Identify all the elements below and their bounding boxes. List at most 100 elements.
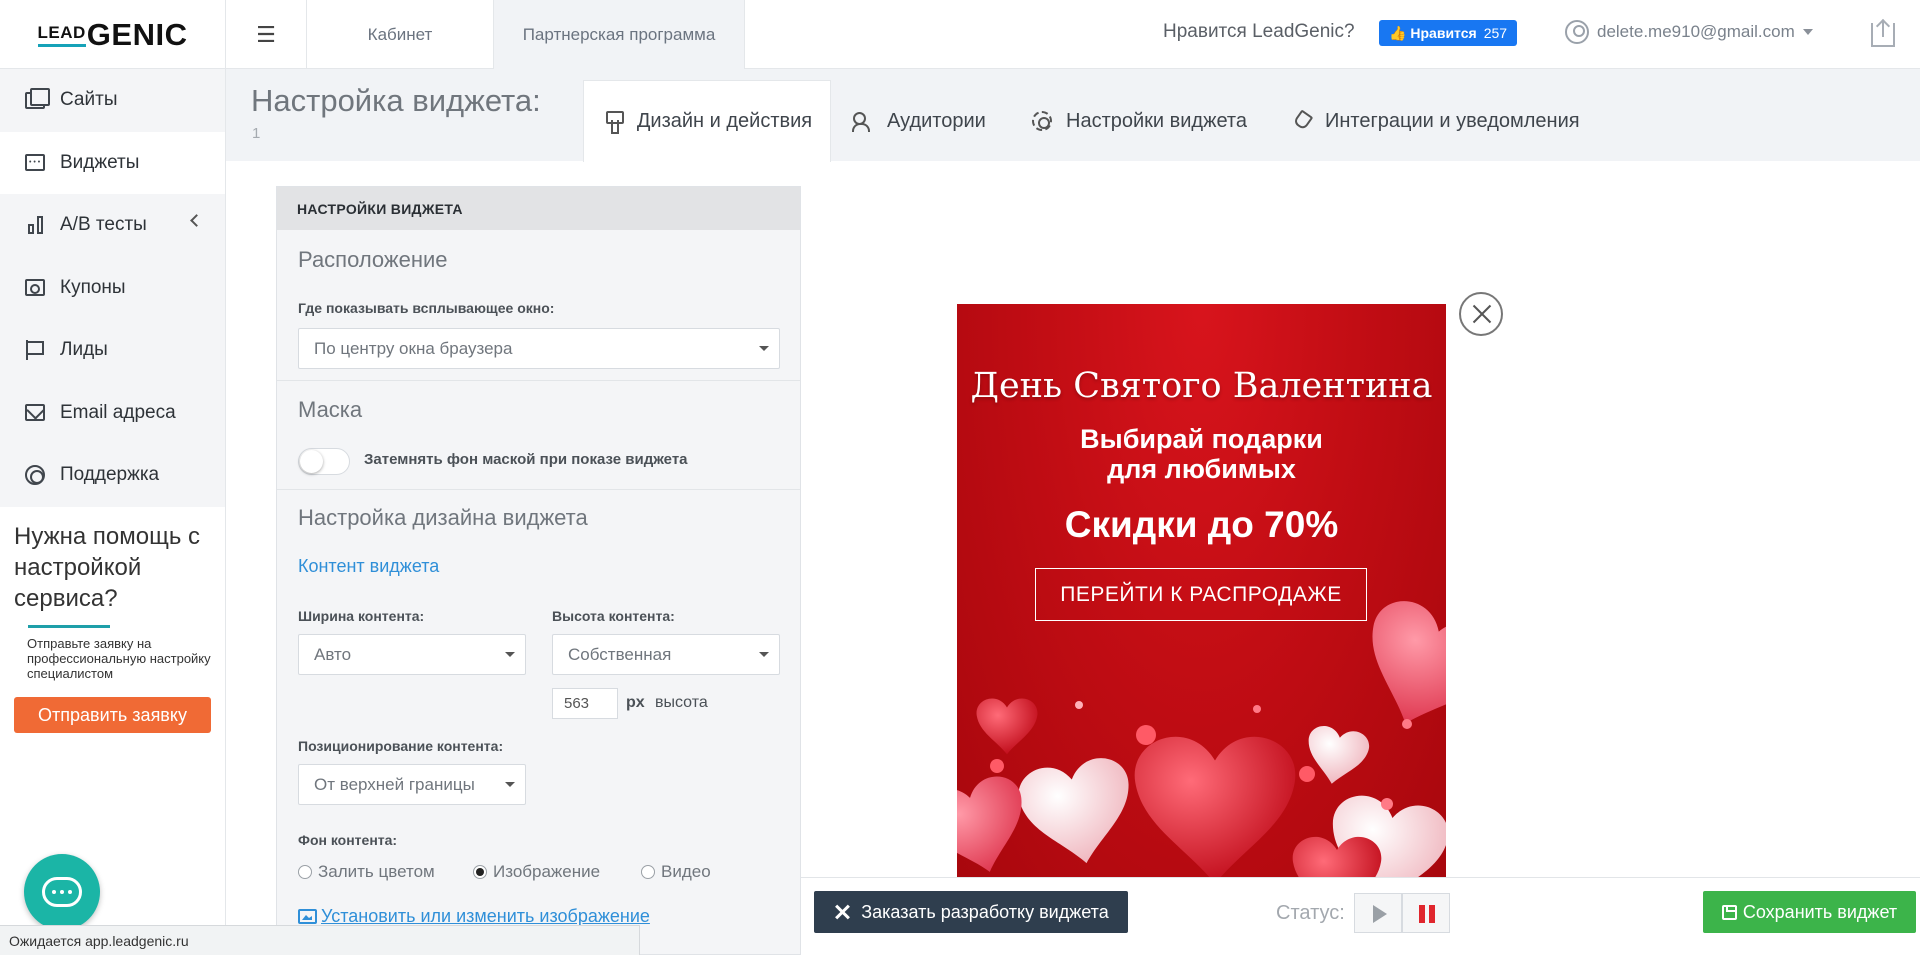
upload-icon[interactable] (1871, 21, 1895, 47)
fb-like-count: 257 (1483, 25, 1508, 41)
location-section-title: Расположение (298, 247, 448, 272)
height-px-input[interactable]: 563 (552, 688, 618, 719)
bg-radio-image[interactable]: Изображение (473, 862, 600, 882)
tab-partner-program[interactable]: Партнерская программа (494, 0, 745, 69)
tab-label: Дизайн и действия (636, 110, 813, 132)
logo-mark: LEAD GENIC (37, 16, 188, 52)
send-request-button[interactable]: Отправить заявку (14, 697, 211, 733)
location-label: Где показывать всплывающее окно: (298, 300, 555, 316)
tab-cabinet[interactable]: Кабинет (307, 0, 494, 69)
order-widget-label: Заказать разработку виджета (861, 901, 1109, 922)
height-select[interactable]: Собственная (552, 634, 780, 675)
tab-design-actions[interactable]: Дизайн и действия (583, 80, 831, 162)
preview-title: День Святого Валентина (970, 366, 1433, 406)
position-label: Позиционирование контента: (298, 738, 504, 754)
location-select[interactable]: По центру окна браузера (298, 328, 780, 369)
sidebar-item-label: Виджеты (60, 151, 140, 173)
logo-genic-text: GENIC (86, 16, 188, 52)
widget-preview[interactable]: День Святого Валентина Выбирай подарки д… (957, 304, 1446, 877)
tools-icon (833, 903, 851, 921)
height-label: Высота контента: (552, 608, 675, 624)
tab-label: Интеграции и уведомления (1325, 109, 1580, 132)
bg-radio-color[interactable]: Залить цветом (298, 862, 435, 882)
sidebar-item-widgets[interactable]: Виджеты (0, 131, 225, 194)
order-widget-button[interactable]: Заказать разработку виджета (814, 891, 1128, 933)
mask-section-title: Маска (298, 397, 363, 422)
tab-integrations[interactable]: Интеграции и уведомления (1290, 81, 1580, 161)
set-image-link[interactable]: Установить или изменить изображение (298, 906, 650, 927)
user-email: delete.me910@gmail.com (1597, 22, 1795, 41)
sidebar-item-ab-tests[interactable]: A/B тесты (0, 194, 225, 257)
logo[interactable]: LEAD GENIC (0, 0, 226, 69)
chevron-left-icon (190, 214, 203, 227)
set-image-link-text: Установить или изменить изображение (321, 906, 650, 926)
help-description: Отправьте заявку на профессиональную нас… (27, 636, 211, 681)
design-section-title: Настройка дизайна виджета (298, 505, 588, 530)
hamburger-menu-icon[interactable]: ☰ (226, 0, 307, 69)
fb-like-label: Нравится (1410, 25, 1477, 41)
save-icon (1721, 904, 1737, 920)
top-header: LEAD GENIC ☰ Кабинет Партнерская програм… (0, 0, 1920, 69)
bottom-toolbar: Заказать разработку виджета Статус: Сохр… (801, 877, 1920, 955)
sidebar-item-support[interactable]: Поддержка (0, 444, 225, 507)
preview-subtitle: Выбирай подарки для любимых (957, 424, 1446, 484)
sidebar-item-label: Поддержка (60, 464, 160, 486)
plug-icon (1291, 110, 1311, 132)
envelope-icon (25, 404, 45, 422)
page-title: Настройка виджета: (251, 83, 541, 118)
width-label: Ширина контента: (298, 608, 425, 624)
widget-content-link[interactable]: Контент виджета (298, 556, 439, 577)
sidebar-item-emails[interactable]: Email адреса (0, 381, 225, 444)
tab-audiences[interactable]: Аудитории (852, 81, 986, 161)
sidebar-item-sites[interactable]: Сайты (0, 69, 225, 132)
coupons-icon (25, 279, 45, 297)
divider (277, 489, 800, 490)
preview-sale-button[interactable]: ПЕРЕЙТИ К РАСПРОДАЖЕ (1035, 568, 1367, 621)
audience-icon (852, 111, 874, 132)
tab-label: Настройки виджета (1066, 109, 1247, 132)
status-label: Статус: (1276, 902, 1345, 924)
sidebar-item-label: A/B тесты (60, 214, 147, 236)
flag-icon (26, 340, 44, 361)
radio-dot (298, 865, 312, 879)
bg-radio-video[interactable]: Видео (641, 862, 711, 882)
user-icon (1565, 20, 1589, 44)
panel-header: НАСТРОЙКИ ВИДЖЕТА (277, 187, 800, 230)
lifebuoy-icon (25, 465, 45, 486)
help-box: Нужна помощь с настройкой сервиса? Отпра… (14, 521, 214, 733)
widgets-icon (25, 154, 45, 172)
save-widget-button[interactable]: Сохранить виджет (1703, 891, 1916, 933)
thumbs-up-icon: 👍 (1388, 24, 1407, 41)
px-suffix: высота (655, 694, 708, 711)
position-select[interactable]: От верхней границы (298, 764, 526, 805)
chevron-down-icon (1802, 29, 1813, 35)
close-icon[interactable] (1459, 292, 1503, 336)
sidebar-item-label: Купоны (60, 276, 126, 298)
bg-label: Фон контента: (298, 832, 398, 848)
radio-dot (641, 865, 655, 879)
px-unit: px (626, 694, 645, 711)
chat-bubble-icon (42, 877, 82, 907)
width-select[interactable]: Авто (298, 634, 526, 675)
tab-widget-settings[interactable]: Настройки виджета (1031, 81, 1247, 161)
preview-discount: Скидки до 70% (1064, 504, 1339, 545)
radio-label: Изображение (493, 862, 601, 881)
sidebar: Сайты Виджеты A/B тесты Купоны Лиды Emai… (0, 69, 226, 955)
pause-icon[interactable] (1402, 893, 1450, 933)
gear-icon (1032, 111, 1052, 131)
facebook-like-button[interactable]: 👍 Нравится 257 (1379, 20, 1517, 46)
chat-widget-button[interactable] (24, 854, 100, 930)
preview-subtitle-line1: Выбирай подарки (1080, 424, 1323, 454)
browser-status-bar: Ожидается app.leadgenic.ru (0, 925, 640, 955)
tab-label: Аудитории (887, 109, 986, 132)
brush-icon (605, 110, 624, 134)
radio-label: Залить цветом (318, 862, 435, 881)
sidebar-item-coupons[interactable]: Купоны (0, 256, 225, 319)
mask-toggle[interactable] (298, 448, 350, 475)
user-menu[interactable]: delete.me910@gmail.com (1565, 20, 1813, 44)
like-question: Нравится LeadGenic? (1163, 21, 1355, 42)
sidebar-item-label: Email адреса (60, 401, 176, 423)
play-icon[interactable] (1354, 893, 1402, 933)
sidebar-item-leads[interactable]: Лиды (0, 319, 225, 382)
divider (277, 380, 800, 381)
